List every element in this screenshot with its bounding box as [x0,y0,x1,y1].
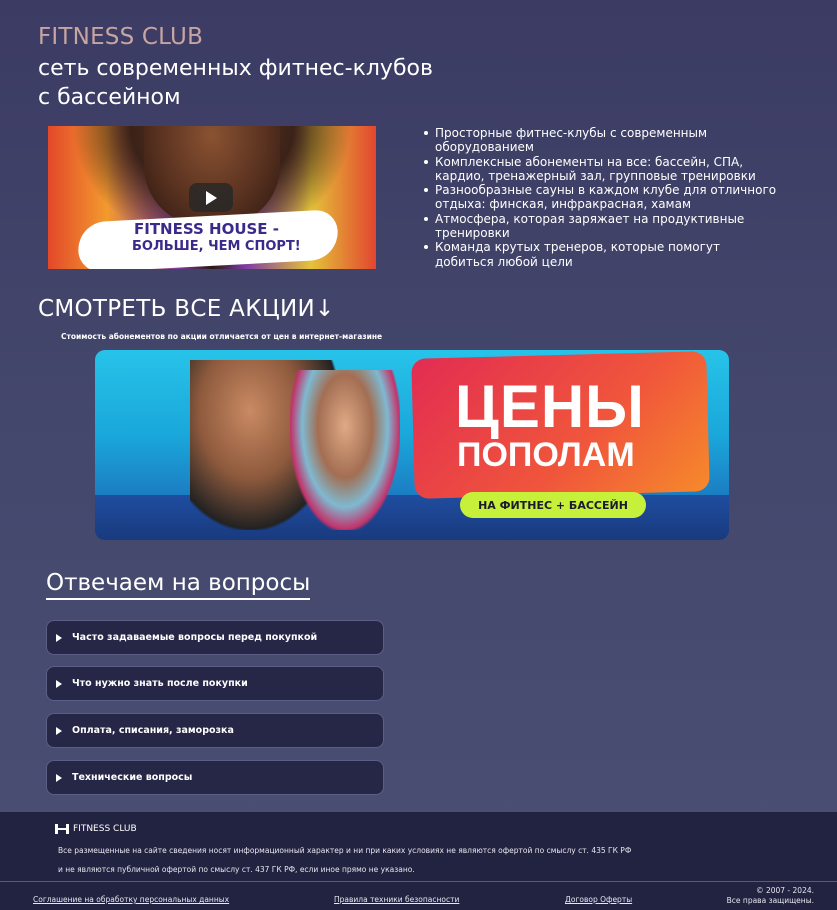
promo-video[interactable]: FITNESS HOUSE - БОЛЬШЕ, ЧЕМ СПОРТ! [48,126,376,269]
footer-logo-text: FITNESS CLUB [73,824,137,834]
benefit-item: Комплексные абонементы на все: бассейн, … [422,155,782,184]
brand-name: FITNESS CLUB [38,24,204,50]
headline-line-1: сеть современных фитнес-клубов [38,56,433,81]
faq-item-technical[interactable]: Технические вопросы [46,760,384,795]
benefit-item: Команда крутых тренеров, которые помогут… [422,240,782,269]
footer-disclaimer-line-2: и не являются публичной офертой по смысл… [58,865,415,874]
faq-item-after-purchase[interactable]: Что нужно знать после покупки [46,666,384,701]
video-caption-line-2: БОЛЬШЕ, ЧЕМ СПОРТ! [132,239,301,254]
banner-headline-2: ПОПОЛАМ [457,436,635,474]
benefit-item: Атмосфера, которая заряжает на продуктив… [422,212,782,241]
expand-triangle-icon [56,679,62,688]
dumbbell-icon [54,824,70,834]
headline-line-2: с бассейном [38,85,181,110]
promo-price-note: Стоимость абонементов по акции отличаетс… [61,332,383,341]
banner-pill: НА ФИТНЕС + БАССЕЙН [460,492,646,518]
benefit-item: Просторные фитнес-клубы с современным об… [422,126,782,155]
copyright: © 2007 - 2024. Все права защищены. [727,886,814,906]
banner-headline-1: ЦЕНЫ [455,373,645,440]
faq-title: Отвечаем на вопросы [46,570,311,600]
footer-disclaimer-line-1: Все размещенные на сайте сведения носят … [58,846,632,855]
expand-triangle-icon [56,633,62,642]
video-caption-line-1: FITNESS HOUSE - [134,220,279,238]
faq-item-payment[interactable]: Оплата, списания, заморозка [46,713,384,748]
footer-logo[interactable]: FITNESS CLUB [54,824,137,834]
expand-triangle-icon [56,773,62,782]
safety-rules-link[interactable]: Правила техники безопасности [334,895,459,904]
faq-item-before-purchase[interactable]: Часто задаваемые вопросы перед покупкой [46,620,384,655]
faq-item-label: Часто задаваемые вопросы перед покупкой [72,632,318,643]
all-promos-link[interactable]: СМОТРЕТЬ ВСЕ АКЦИИ↓ [38,296,335,322]
benefits-list: Просторные фитнес-клубы с современным об… [422,126,782,269]
faq-item-label: Оплата, списания, заморозка [72,725,234,736]
offer-agreement-link[interactable]: Договор Оферты [565,895,632,904]
footer-divider [0,881,837,882]
copyright-rights: Все права защищены. [726,896,814,905]
faq-item-label: Технические вопросы [72,772,193,783]
copyright-years: © 2007 - 2024. [756,886,814,895]
promo-banner[interactable]: ЦЕНЫ ПОПОЛАМ НА ФИТНЕС + БАССЕЙН [95,350,729,540]
expand-triangle-icon [56,726,62,735]
footer: FITNESS CLUB Все размещенные на сайте св… [0,812,837,910]
benefit-item: Разнообразные сауны в каждом клубе для о… [422,183,782,212]
page-headline: сеть современных фитнес-клубов с бассейн… [38,54,498,112]
privacy-agreement-link[interactable]: Соглашение на обработку персональных дан… [33,895,229,904]
faq-item-label: Что нужно знать после покупки [72,678,248,689]
play-icon[interactable] [189,183,233,212]
banner-woman-figure [290,370,400,530]
